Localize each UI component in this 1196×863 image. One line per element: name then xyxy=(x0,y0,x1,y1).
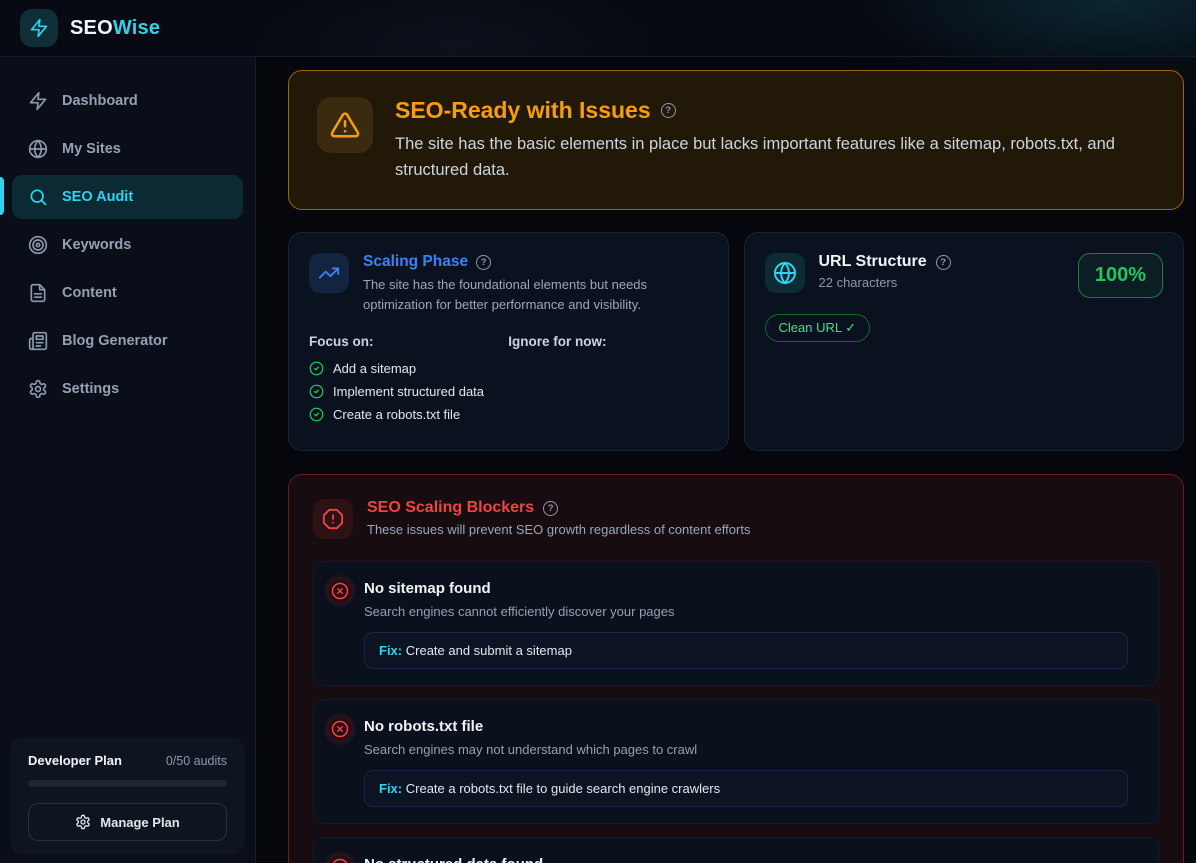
plan-box: Developer Plan 0/50 audits Manage Plan xyxy=(10,737,245,855)
issue-title: No structured data found xyxy=(364,856,1140,863)
brand-name-secondary: Wise xyxy=(113,17,160,39)
focus-item: Implement structured data xyxy=(309,384,508,399)
plan-name: Developer Plan xyxy=(28,753,122,768)
check-circle-icon xyxy=(309,361,324,376)
blocker-icon-box xyxy=(313,499,353,539)
help-icon[interactable]: ? xyxy=(936,255,951,270)
sidebar-item-label: Blog Generator xyxy=(62,333,168,349)
status-banner: SEO-Ready with Issues ? The site has the… xyxy=(288,70,1184,210)
fix-text: Create a robots.txt file to guide search… xyxy=(406,781,720,796)
focus-item-label: Implement structured data xyxy=(333,384,484,399)
target-icon xyxy=(28,235,48,255)
focus-item-label: Add a sitemap xyxy=(333,361,416,376)
url-structure-card: URL Structure ? 22 characters 100% Clean… xyxy=(744,232,1185,451)
globe-icon xyxy=(773,261,797,285)
globe-icon xyxy=(28,139,48,159)
seo-blockers-section: SEO Scaling Blockers ? These issues will… xyxy=(288,474,1184,863)
sidebar-item-label: My Sites xyxy=(62,141,121,157)
ignore-label: Ignore for now: xyxy=(508,334,707,349)
url-score-badge: 100% xyxy=(1078,253,1163,298)
gear-icon xyxy=(28,379,48,399)
plan-usage: 0/50 audits xyxy=(166,754,227,768)
url-card-title: URL Structure xyxy=(819,253,927,271)
issue-fix-box: Fix: Create and submit a sitemap xyxy=(364,632,1128,669)
sidebar-item-seo-audit[interactable]: SEO Audit xyxy=(12,175,243,219)
blockers-subtitle: These issues will prevent SEO growth reg… xyxy=(367,522,750,537)
issue-card-structured-data: No structured data found Lack of rich sn… xyxy=(313,837,1159,863)
file-text-icon xyxy=(28,283,48,303)
issue-card-robots: No robots.txt file Search engines may no… xyxy=(313,699,1159,824)
fix-label: Fix: xyxy=(379,643,402,658)
sidebar-item-settings[interactable]: Settings xyxy=(12,367,243,411)
x-circle-icon xyxy=(328,855,352,863)
issue-description: Search engines cannot efficiently discov… xyxy=(364,604,1140,619)
x-circle-icon xyxy=(328,579,352,603)
x-circle-icon xyxy=(328,717,352,741)
warning-icon-box xyxy=(317,97,373,153)
sidebar-item-content[interactable]: Content xyxy=(12,271,243,315)
ignore-column: Ignore for now: xyxy=(508,334,707,430)
sidebar-item-keywords[interactable]: Keywords xyxy=(12,223,243,267)
sidebar-item-my-sites[interactable]: My Sites xyxy=(12,127,243,171)
issue-title: No robots.txt file xyxy=(364,718,1140,735)
sidebar-item-label: SEO Audit xyxy=(62,189,133,205)
check-circle-icon xyxy=(309,384,324,399)
banner-description: The site has the basic elements in place… xyxy=(395,132,1155,183)
banner-title: SEO-Ready with Issues xyxy=(395,97,651,124)
blockers-title: SEO Scaling Blockers xyxy=(367,499,534,517)
url-icon-box xyxy=(765,253,805,293)
banner-text: SEO-Ready with Issues ? The site has the… xyxy=(395,97,1155,183)
issue-fix-box: Fix: Create a robots.txt file to guide s… xyxy=(364,770,1128,807)
help-icon[interactable]: ? xyxy=(476,255,491,270)
url-card-subtitle: 22 characters xyxy=(819,275,951,290)
issue-card-sitemap: No sitemap found Search engines cannot e… xyxy=(313,561,1159,686)
search-icon xyxy=(28,187,48,207)
manage-plan-button[interactable]: Manage Plan xyxy=(28,803,227,841)
main-content: SEO-Ready with Issues ? The site has the… xyxy=(256,57,1196,863)
active-nav-indicator xyxy=(0,177,4,215)
help-icon[interactable]: ? xyxy=(543,501,558,516)
gear-icon xyxy=(75,814,91,830)
sidebar-item-label: Keywords xyxy=(62,237,131,253)
sidebar-item-label: Dashboard xyxy=(62,93,138,109)
plan-progress-track xyxy=(28,780,227,787)
sidebar-nav: Dashboard My Sites SEO Audit Keywords xyxy=(0,79,255,411)
phase-icon-box xyxy=(309,253,349,293)
issue-description: Search engines may not understand which … xyxy=(364,742,1140,757)
top-bar: SEOWise xyxy=(0,0,1196,57)
fix-text: Create and submit a sitemap xyxy=(406,643,572,658)
issue-title: No sitemap found xyxy=(364,580,1140,597)
focus-item: Add a sitemap xyxy=(309,361,508,376)
brand-name-primary: SEO xyxy=(70,17,113,39)
phase-title: Scaling Phase xyxy=(363,253,468,271)
summary-cards-row: Scaling Phase ? The site has the foundat… xyxy=(288,232,1184,451)
trending-up-icon xyxy=(318,262,340,284)
brand-name: SEOWise xyxy=(70,17,160,40)
sidebar-item-label: Content xyxy=(62,285,117,301)
focus-column: Focus on: Add a sitemap Implement struc xyxy=(309,334,508,430)
help-icon[interactable]: ? xyxy=(661,103,676,118)
sidebar-item-dashboard[interactable]: Dashboard xyxy=(12,79,243,123)
app-logo xyxy=(20,9,58,47)
sidebar: Dashboard My Sites SEO Audit Keywords xyxy=(0,57,256,863)
phase-description: The site has the foundational elements b… xyxy=(363,275,708,314)
zap-icon xyxy=(28,91,48,111)
check-circle-icon xyxy=(309,407,324,422)
newspaper-icon xyxy=(28,331,48,351)
focus-label: Focus on: xyxy=(309,334,508,349)
sidebar-item-blog-generator[interactable]: Blog Generator xyxy=(12,319,243,363)
focus-item: Create a robots.txt file xyxy=(309,407,508,422)
issue-list: No sitemap found Search engines cannot e… xyxy=(313,561,1159,863)
octagon-alert-icon xyxy=(322,508,344,530)
zap-icon xyxy=(29,18,49,38)
fix-label: Fix: xyxy=(379,781,402,796)
sidebar-item-label: Settings xyxy=(62,381,119,397)
focus-item-label: Create a robots.txt file xyxy=(333,407,460,422)
manage-plan-label: Manage Plan xyxy=(100,815,179,830)
clean-url-badge: Clean URL ✓ xyxy=(765,314,871,342)
alert-triangle-icon xyxy=(330,110,360,140)
scaling-phase-card: Scaling Phase ? The site has the foundat… xyxy=(288,232,729,451)
